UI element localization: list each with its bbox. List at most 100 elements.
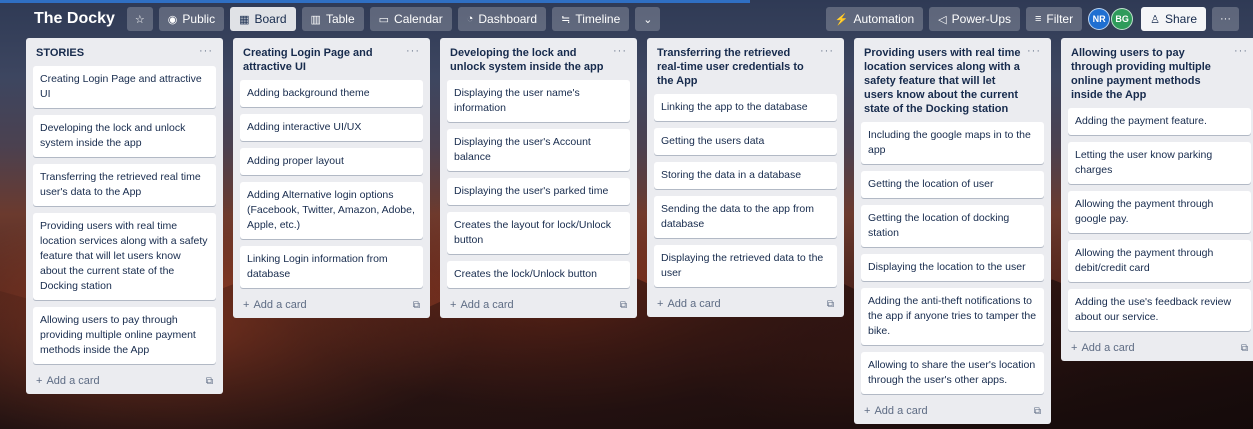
card[interactable]: Getting the location of docking station [861,205,1044,247]
card[interactable]: Linking Login information from database [240,246,423,288]
view-table-tab[interactable]: ▥ Table [301,7,364,31]
list-menu-icon[interactable]: ··· [406,46,420,57]
view-dashboard-tab[interactable]: ◔ Dashboard [457,7,547,31]
card[interactable]: Allowing to share the user's location th… [861,352,1044,394]
board-title[interactable]: The Docky [26,10,121,28]
card[interactable]: Allowing the payment through google pay. [1068,191,1251,233]
powerups-button[interactable]: ◁ Power-Ups [929,7,1020,31]
list-menu-icon[interactable]: ··· [1234,46,1248,57]
calendar-icon: ▭ [378,13,390,26]
card-template-icon[interactable]: ⧉ [1034,406,1041,417]
add-card-button[interactable]: + Add a card [864,405,928,417]
list[interactable]: Transferring the retrieved real-time use… [647,38,844,317]
share-label: Share [1164,12,1197,26]
card[interactable]: Creates the lock/Unlock button [447,261,630,288]
card[interactable]: Getting the location of user [861,171,1044,198]
card[interactable]: Adding Alternative login options (Facebo… [240,182,423,239]
list[interactable]: Allowing users to pay through providing … [1061,38,1253,361]
card[interactable]: Including the google maps in to the app [861,122,1044,164]
top-accent-bar [0,0,750,3]
share-button[interactable]: ♙ Share [1141,7,1206,31]
card[interactable]: Transferring the retrieved real time use… [33,164,216,206]
add-card-button[interactable]: + Add a card [450,299,514,311]
visibility-label: Public [182,12,216,26]
list-title[interactable]: Providing users with real time location … [864,46,1021,116]
add-card-button[interactable]: + Add a card [657,298,721,310]
view-label: Table [325,12,355,26]
card[interactable]: Getting the users data [654,128,837,155]
card[interactable]: Storing the data in a database [654,162,837,189]
list-header: Allowing users to pay through providing … [1068,44,1251,108]
card-template-icon[interactable]: ⧉ [620,300,627,311]
view-board-tab[interactable]: ▦ Board [230,7,296,31]
card[interactable]: Displaying the retrieved data to the use… [654,245,837,287]
list-title[interactable]: STORIES [36,46,84,60]
card[interactable]: Displaying the user's parked time [447,178,630,205]
card[interactable]: Adding the anti-theft notifications to t… [861,288,1044,345]
rocket-icon: ◁ [938,13,947,26]
card-template-icon[interactable]: ⧉ [1241,343,1248,354]
card[interactable]: Displaying the location to the user [861,254,1044,281]
filter-button[interactable]: ≡ Filter [1026,7,1083,31]
add-card-button[interactable]: + Add a card [36,375,100,387]
list-menu-icon[interactable]: ··· [1027,46,1041,57]
list-title[interactable]: Transferring the retrieved real-time use… [657,46,814,88]
board-menu-button[interactable]: ··· [1212,7,1239,31]
card[interactable]: Providing users with real time location … [33,213,216,300]
list-menu-icon[interactable]: ··· [820,46,834,57]
add-card-label: Add a card [667,298,721,310]
plus-icon: + [36,375,43,387]
list[interactable]: Developing the lock and unlock system in… [440,38,637,318]
avatar[interactable]: NR [1088,8,1111,30]
avatar[interactable]: BG [1111,8,1134,30]
view-label: Calendar [394,12,443,26]
lightning-icon: ⚡ [834,13,849,26]
plus-icon: + [243,299,250,311]
person-icon: ♙ [1150,13,1160,26]
add-card-label: Add a card [1081,342,1135,354]
list-header: Transferring the retrieved real-time use… [654,44,837,94]
list[interactable]: Creating Login Page and attractive UI ···… [233,38,430,318]
list[interactable]: Providing users with real time location … [854,38,1051,424]
card[interactable]: Developing the lock and unlock system in… [33,115,216,157]
card-template-icon[interactable]: ⧉ [206,376,213,387]
visibility-button[interactable]: ◉ Public [158,7,225,31]
list-title[interactable]: Allowing users to pay through providing … [1071,46,1228,102]
view-timeline-tab[interactable]: ≒ Timeline [552,7,630,31]
more-views-button[interactable]: ⌄ [635,7,661,31]
card[interactable]: Sending the data to the app from databas… [654,196,837,238]
card[interactable]: Adding the payment feature. [1068,108,1251,135]
automation-button[interactable]: ⚡ Automation [825,7,924,31]
add-card-button[interactable]: + Add a card [243,299,307,311]
view-calendar-tab[interactable]: ▭ Calendar [369,7,452,31]
card[interactable]: Displaying the user's Account balance [447,129,630,171]
list-menu-icon[interactable]: ··· [613,46,627,57]
card[interactable]: Allowing users to pay through providing … [33,307,216,364]
lists-container: STORIES ··· Creating Login Page and attrac… [26,38,1253,424]
filter-icon: ≡ [1035,13,1042,25]
list-menu-icon[interactable]: ··· [199,46,213,57]
card[interactable]: Allowing the payment through debit/credi… [1068,240,1251,282]
list-title[interactable]: Developing the lock and unlock system in… [450,46,607,74]
card[interactable]: Adding proper layout [240,148,423,175]
list[interactable]: STORIES ··· Creating Login Page and attrac… [26,38,223,394]
card[interactable]: Displaying the user name's information [447,80,630,122]
add-card-button[interactable]: + Add a card [1071,342,1135,354]
card[interactable]: Adding interactive UI/UX [240,114,423,141]
list-header: Providing users with real time location … [861,44,1044,122]
view-label: Timeline [575,12,621,26]
star-button[interactable]: ☆ [126,7,153,31]
list-title[interactable]: Creating Login Page and attractive UI [243,46,400,74]
card[interactable]: Adding background theme [240,80,423,107]
card-template-icon[interactable]: ⧉ [827,299,834,310]
plus-icon: + [864,405,871,417]
card[interactable]: Creates the layout for lock/Unlock butto… [447,212,630,254]
card[interactable]: Linking the app to the database [654,94,837,121]
list-footer: + Add a card ⧉ [240,295,423,313]
card[interactable]: Creating Login Page and attractive UI [33,66,216,108]
list-footer: + Add a card ⧉ [447,295,630,313]
card[interactable]: Adding the use's feedback review about o… [1068,289,1251,331]
board-header: The Docky ☆ ◉ Public ▦ Board ▥ Table ▭ C… [26,6,1239,32]
card[interactable]: Letting the user know parking charges [1068,142,1251,184]
card-template-icon[interactable]: ⧉ [413,300,420,311]
